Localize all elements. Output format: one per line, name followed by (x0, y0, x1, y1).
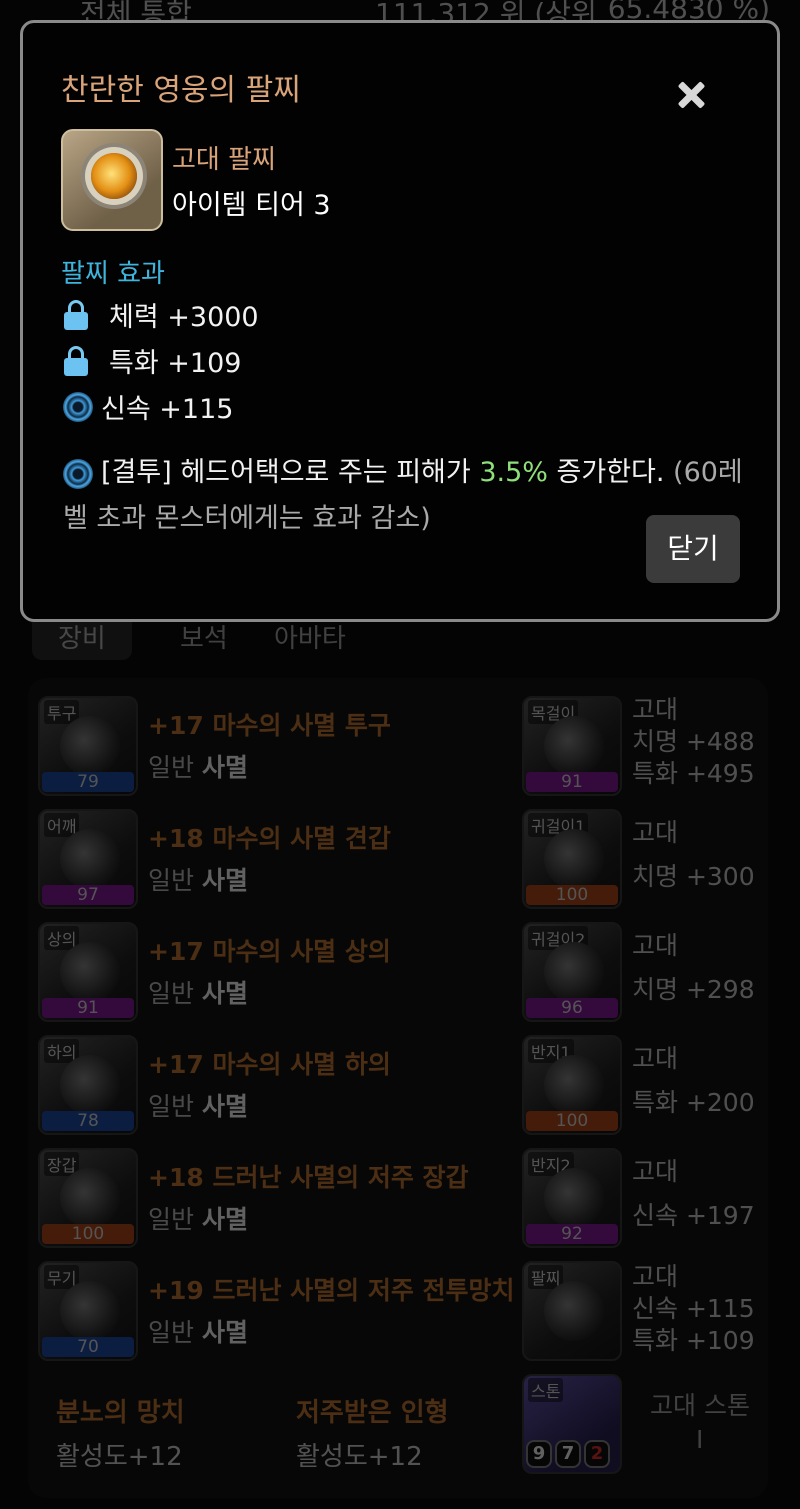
gear-name: +19 드러난 사멸의 저주 전투망치 (148, 1276, 515, 1305)
quality-bar: 92 (526, 1224, 618, 1244)
shoulder-icon (60, 829, 120, 889)
gear-name: +18 드러난 사멸의 저주 장갑 (148, 1163, 469, 1192)
quality-bar: 96 (526, 998, 618, 1018)
effects-header: 팔찌 효과 (61, 259, 165, 289)
accessory-slot-necklace[interactable]: 목걸이 91 (522, 696, 622, 796)
earring-icon (544, 829, 604, 889)
engraving-name: 저주받은 인형 (296, 1398, 449, 1428)
engraving-value: 활성도+12 (296, 1442, 423, 1472)
accessory-slot-earring2[interactable]: 귀걸이2 96 (522, 922, 622, 1022)
pants-icon (60, 1055, 120, 1115)
gear-sub: 일반 사멸 (148, 979, 248, 1008)
weapon-icon (60, 1281, 120, 1341)
stone-digit: 9 (526, 1440, 552, 1468)
effect-text: 특화 +109 (109, 348, 242, 379)
accessory-info: 고대 치명 +300 (632, 818, 755, 891)
close-icon[interactable] (677, 81, 705, 109)
effect-highlight: 3.5% (479, 457, 548, 488)
accessory-info: 고대 치명 +488 특화 +495 (632, 695, 755, 788)
ring-icon (544, 1168, 604, 1228)
equipment-panel: 투구 79 +17 마수의 사멸 투구 일반 사멸 어깨 97 +18 마수의 … (28, 678, 768, 1498)
quality-bar: 97 (42, 885, 134, 905)
engraving-value: 활성도+12 (56, 1442, 183, 1472)
gear-sub: 일반 사멸 (148, 866, 248, 895)
stone-digits: 9 7 2 (526, 1440, 610, 1468)
lock-icon (63, 299, 89, 330)
effect-text: 체력 +3000 (109, 302, 259, 333)
item-tier: 아이템 티어 3 (172, 190, 331, 221)
gear-sub: 일반 사멸 (148, 1205, 248, 1234)
ring-icon (544, 1055, 604, 1115)
accessory-slot-ring2[interactable]: 반지2 92 (522, 1148, 622, 1248)
effect-row: 특화 +109 (63, 341, 241, 380)
engraving-name: 분노의 망치 (56, 1398, 185, 1428)
gear-name: +18 마수의 사멸 견갑 (148, 824, 391, 853)
helmet-icon (60, 716, 120, 776)
earring-icon (544, 942, 604, 1002)
accessory-info: 고대 신속 +197 (632, 1157, 755, 1230)
accessory-info: 고대 신속 +115 특화 +109 (632, 1262, 755, 1355)
quality-bar: 79 (42, 772, 134, 792)
ability-stone-slot[interactable]: 스톤 9 7 2 (522, 1374, 622, 1474)
item-detail-modal: 찬란한 영웅의 팔찌 고대 팔찌 아이템 티어 3 팔찌 효과 체력 +3000… (20, 20, 780, 622)
slot-tag: 스톤 (528, 1378, 564, 1402)
gear-sub: 일반 사멸 (148, 1318, 248, 1347)
item-thumbnail (61, 129, 163, 231)
gear-name: +17 마수의 사멸 하의 (148, 1050, 391, 1079)
quality-bar: 78 (42, 1111, 134, 1131)
armor-slot-shoulder[interactable]: 어깨 97 (38, 809, 138, 909)
lock-icon (63, 345, 89, 376)
gear-sub: 일반 사멸 (148, 753, 248, 782)
stone-digit: 7 (555, 1440, 581, 1468)
armor-slot-pants[interactable]: 하의 78 (38, 1035, 138, 1135)
effect-text: 신속 +115 (101, 394, 234, 425)
gear-name: +17 마수의 사멸 투구 (148, 711, 391, 740)
quality-bar: 91 (526, 772, 618, 792)
gear-name: +17 마수의 사멸 상의 (148, 937, 391, 966)
armor-slot-weapon[interactable]: 무기 70 (38, 1261, 138, 1361)
quality-bar: 70 (42, 1337, 134, 1357)
swirl-icon (63, 391, 93, 422)
gloves-icon (60, 1168, 120, 1228)
stone-sub: I (696, 1425, 704, 1454)
necklace-icon (544, 716, 604, 776)
accessory-slot-earring1[interactable]: 귀걸이1 100 (522, 809, 622, 909)
accessory-slot-ring1[interactable]: 반지1 100 (522, 1035, 622, 1135)
armor-slot-helmet[interactable]: 투구 79 (38, 696, 138, 796)
quality-bar: 100 (526, 1111, 618, 1131)
quality-bar: 100 (526, 885, 618, 905)
accessory-info: 고대 특화 +200 (632, 1044, 755, 1117)
swirl-icon (63, 458, 93, 489)
chest-icon (60, 942, 120, 1002)
stone-label: 고대 스톤 (650, 1391, 750, 1420)
stone-digit: 2 (584, 1440, 610, 1468)
armor-slot-chest[interactable]: 상의 91 (38, 922, 138, 1022)
modal-title: 찬란한 영웅의 팔찌 (61, 73, 301, 108)
bracelet-icon (91, 153, 137, 199)
effect-row: 신속 +115 (63, 387, 233, 426)
armor-slot-gloves[interactable]: 장갑 100 (38, 1148, 138, 1248)
close-button[interactable]: 닫기 (646, 515, 740, 583)
accessory-info: 고대 치명 +298 (632, 931, 755, 1004)
gear-sub: 일반 사멸 (148, 1092, 248, 1121)
quality-bar: 91 (42, 998, 134, 1018)
quality-bar: 100 (42, 1224, 134, 1244)
item-grade: 고대 팔찌 (172, 145, 276, 175)
effect-row: 체력 +3000 (63, 295, 259, 334)
accessory-slot-bracelet[interactable]: 팔찌 (522, 1261, 622, 1361)
bracelet-icon (544, 1281, 604, 1341)
